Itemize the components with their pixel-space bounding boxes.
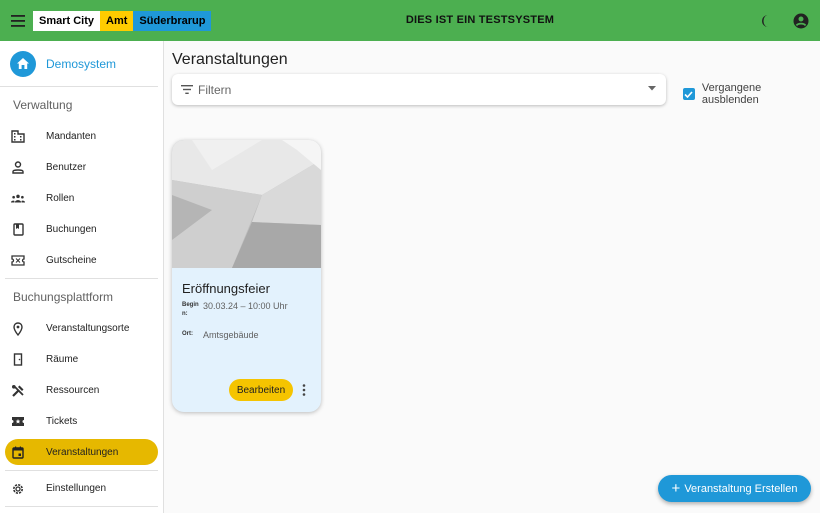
event-title: Eröffnungsfeier (182, 281, 270, 296)
section-title-verwaltung: Verwaltung (13, 98, 73, 112)
groups-icon (11, 192, 25, 206)
more-vert-icon (302, 384, 306, 396)
nav-label: Mandanten (46, 131, 97, 142)
section-divider (5, 506, 158, 507)
book-icon (11, 223, 25, 237)
nav-label: Veranstaltungen (46, 446, 119, 458)
person-icon (11, 161, 25, 175)
create-event-label: Veranstaltung Erstellen (684, 482, 798, 495)
nav-item-einstellungen[interactable]: Einstellungen (0, 473, 163, 504)
calendar-icon (11, 445, 25, 459)
account-button[interactable] (790, 10, 812, 32)
create-event-button[interactable]: + Veranstaltung Erstellen (658, 475, 811, 502)
section-title-buchungsplattform: Buchungsplattform (13, 290, 114, 304)
nav-item-ressourcen[interactable]: Ressourcen (0, 375, 163, 406)
event-begin-value: 30.03.24 – 10:00 Uhr (203, 301, 288, 311)
event-place-label: Ort: (182, 331, 193, 337)
filter-input[interactable] (198, 82, 628, 97)
nav-label: Rollen (46, 193, 75, 204)
nav-label: Buchungen (46, 224, 97, 235)
tools-icon (11, 384, 25, 398)
nav-item-mandanten[interactable]: Mandanten (0, 121, 163, 152)
hide-past-toggle[interactable]: Vergangene ausblenden (683, 82, 820, 106)
nav-label: Benutzer (46, 162, 87, 173)
brand-part-amt: Amt (100, 10, 134, 31)
more-button[interactable] (297, 382, 311, 398)
section-divider (5, 470, 158, 471)
nav-label: Veranstaltungsorte (46, 323, 130, 334)
brand-part-place: Süderbrarup (133, 10, 212, 31)
door-icon (11, 353, 25, 367)
event-place-value: Amtsgebäude (203, 330, 259, 340)
nav-label: Ressourcen (46, 385, 100, 396)
filter-icon (180, 83, 194, 97)
domain-icon (11, 130, 25, 144)
home-icon (17, 58, 29, 69)
tenant-name: Demosystem (46, 56, 117, 71)
tenant-switcher[interactable]: Demosystem (0, 41, 158, 87)
page-title: Veranstaltungen (172, 51, 288, 68)
filter-select[interactable] (172, 74, 666, 105)
event-card-image (172, 140, 321, 268)
nav-item-gutscheine[interactable]: Gutscheine (0, 245, 163, 276)
location-icon (11, 321, 25, 336)
voucher-icon (11, 254, 25, 268)
nav-label: Räume (46, 354, 79, 365)
nav-label: Gutscheine (46, 255, 97, 266)
nav-item-veranstaltungsorte[interactable]: Veranstaltungsorte (0, 313, 163, 344)
nav-item-raeume[interactable]: Räume (0, 344, 163, 375)
main-content: Veranstaltungen Vergangene ausblenden Er… (164, 41, 820, 513)
edit-button[interactable]: Bearbeiten (229, 379, 293, 401)
event-begin-label: Begin n: (182, 302, 199, 317)
tenant-avatar (10, 50, 36, 77)
check-icon (684, 90, 694, 98)
brand-logo[interactable]: Smart City Amt Süderbrarup (33, 10, 212, 31)
nav-item-veranstaltungen[interactable]: Veranstaltungen (5, 439, 158, 465)
nav-item-tickets[interactable]: Tickets (0, 406, 163, 437)
nav-item-buchungen[interactable]: Buchungen (0, 214, 163, 245)
brand-part-smart-city: Smart City (33, 10, 101, 31)
account-circle-icon (793, 13, 809, 28)
menu-icon (11, 14, 25, 27)
top-app-bar: Smart City Amt Süderbrarup DIES IST EIN TE… (0, 0, 820, 41)
event-card[interactable]: Eröffnungsfeier Begin n: 30.03.24 – 10:0… (172, 140, 321, 412)
hide-past-checkbox[interactable] (683, 88, 695, 100)
nav-item-benutzer[interactable]: Benutzer (0, 152, 163, 183)
menu-button[interactable] (0, 0, 36, 41)
dark-mode-button[interactable] (756, 10, 778, 32)
hide-past-label: Vergangene ausblenden (701, 82, 762, 106)
gear-icon (11, 482, 25, 496)
event-begin-row: Begin n: 30.03.24 – 10:00 Uhr (182, 301, 288, 319)
sidebar: Demosystem Verwaltung Mandanten Benutzer… (0, 41, 164, 513)
dark-mode-icon (762, 14, 768, 27)
nav-label: Tickets (46, 416, 78, 427)
plus-icon: + (671, 480, 681, 497)
nav-item-rollen[interactable]: Rollen (0, 183, 163, 214)
nav-label: Einstellungen (46, 483, 107, 494)
event-place-row: Ort: Amtsgebäude (182, 330, 259, 340)
ticket-icon (11, 415, 25, 429)
chevron-down-icon (648, 86, 656, 91)
